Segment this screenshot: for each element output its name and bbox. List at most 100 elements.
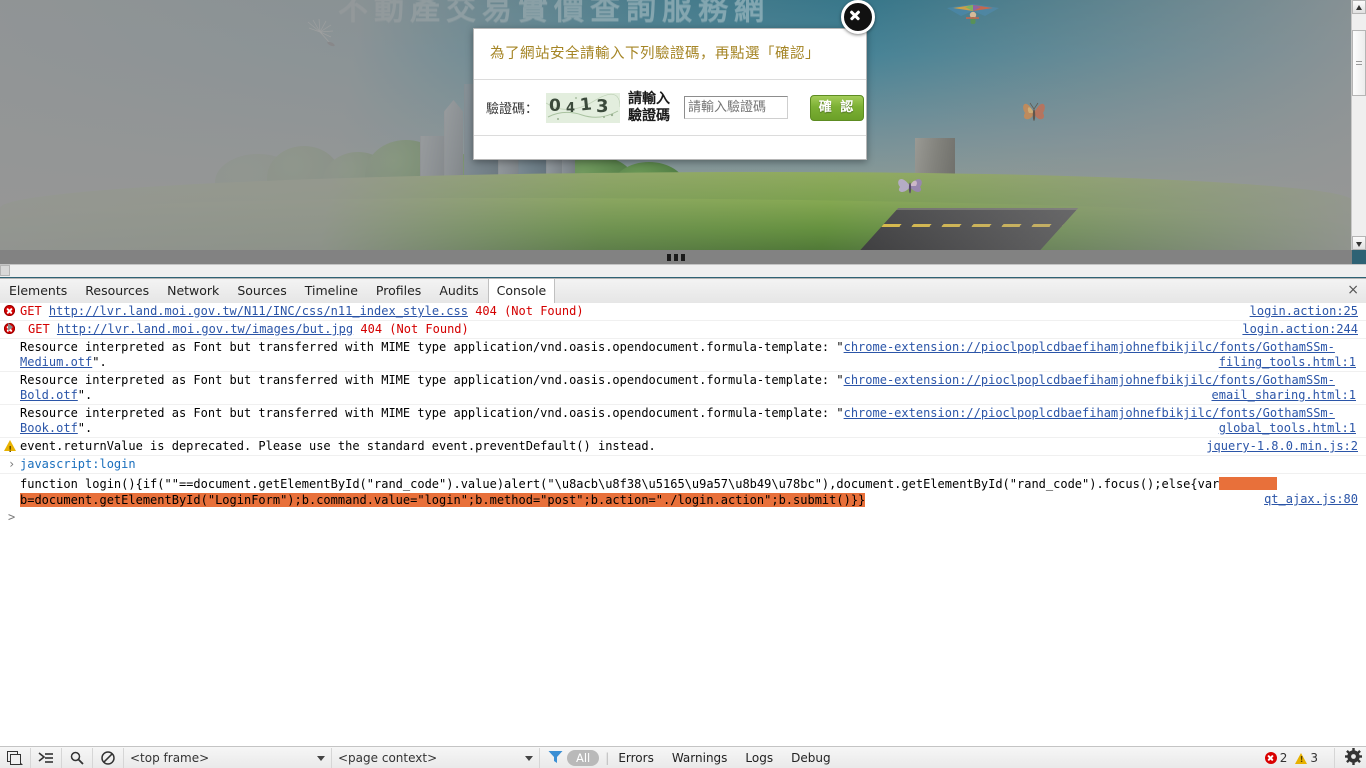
input-chevron-icon: › [8,457,16,471]
message-source-link[interactable]: login.action:25 [1250,304,1358,319]
scroll-up-arrow-icon[interactable] [1352,0,1366,14]
devtools-resizer[interactable] [0,250,1352,264]
captcha-dialog-header: 為了網站安全請輸入下列驗證碼，再點選「確認」 [474,29,866,80]
tab-sources[interactable]: Sources [228,279,295,303]
message-source-link[interactable]: jquery-1.8.0.min.js:2 [1206,439,1358,454]
dock-side-icon[interactable] [0,747,31,768]
page-horizontal-scrollbar[interactable] [0,264,1366,277]
tab-console[interactable]: Console [487,279,556,303]
message-text-suffix: ". [77,388,93,402]
confirm-button[interactable]: 確 認 [810,94,865,121]
screen: 不動產交易實價查詢服務網 成交案件實際資訊 系統訊息 ::: 歡迎蒞臨不動產交易… [0,0,1366,768]
message-text-suffix: ". [77,421,93,435]
request-url[interactable]: http://lvr.land.moi.gov.tw/N11/INC/css/n… [49,304,468,318]
scrollbar-thumb[interactable] [1352,30,1366,96]
resizer-grip-icon [667,254,685,261]
message-text-prefix: Resource interpreted as Font but transfe… [20,406,844,420]
message-source-link[interactable]: email_sharing.html:1 [1212,388,1357,403]
prompt-chevron-icon: > [8,510,16,524]
warning-count: 3 [1310,751,1318,765]
console-code-result[interactable]: function login(){if(""==document.getElem… [0,474,1366,509]
code-line-1: function login(){if(""==document.getElem… [20,477,1356,492]
http-method: GET [28,322,50,336]
http-status: 404 (Not Found) [475,304,584,318]
code-line-1-text: function login(){if(""==document.getElem… [20,477,1220,491]
message-source-link[interactable]: filing_tools.html:1 [1219,355,1356,370]
console-message-warning[interactable]: event.returnValue is deprecated. Please … [0,438,1366,457]
console-message-log[interactable]: Resource interpreted as Font but transfe… [0,372,1366,405]
filter-errors[interactable]: Errors [609,751,663,765]
captcha-prompt-line1: 請輸入 [628,90,671,107]
message-text-suffix: ". [92,355,107,369]
clear-console-icon[interactable] [93,747,124,768]
chevron-down-icon [317,755,325,761]
message-source-link[interactable]: login.action:244 [1242,322,1358,337]
console-message-input[interactable]: › javascript:login [0,456,1366,474]
captcha-input[interactable] [684,96,789,119]
filter-debug[interactable]: Debug [782,751,839,765]
error-icon [4,305,15,316]
filter-warnings[interactable]: Warnings [663,751,737,765]
console-message-log[interactable]: Resource interpreted as Font but transfe… [0,339,1366,372]
captcha-dialog-footer [474,136,866,158]
http-status: 404 (Not Found) [360,322,469,336]
captcha-digit-1: 4 [566,100,576,116]
filter-group: All | Errors Warnings Logs Debug [540,750,842,767]
tab-timeline[interactable]: Timeline [296,279,367,303]
request-url[interactable]: http://lvr.land.moi.gov.tw/images/but.jp… [57,322,353,336]
console-message-error[interactable]: GET http://lvr.land.moi.gov.tw/images/bu… [0,321,1366,339]
horizontal-scrollbar-thumb[interactable] [0,265,10,276]
captcha-dialog-body: 驗證碼： 0 4 1 3 請輸入 驗證碼 請輸入驗證碼 確 認 [474,80,866,136]
tab-network[interactable]: Network [158,279,228,303]
expand-triangle-icon[interactable] [8,323,13,331]
code-source-link[interactable]: qt_ajax.js:80 [1264,492,1358,507]
warning-count-badge[interactable]: 3 [1295,751,1318,765]
console-input-text: javascript:login [20,457,136,471]
tab-audits[interactable]: Audits [430,279,487,303]
message-source-link[interactable]: global_tools.html:1 [1219,421,1356,436]
no-entry-glyph [101,751,115,765]
context-selector[interactable]: <page context> [332,747,540,768]
funnel-glyph [548,750,563,763]
console-message-list[interactable]: GET http://lvr.land.moi.gov.tw/N11/INC/c… [0,303,1366,747]
frame-selector[interactable]: <top frame> [124,747,332,768]
captcha-digit-3: 3 [596,95,609,117]
http-method: GET [20,304,42,318]
devtools-close-icon[interactable]: × [1347,282,1359,298]
filter-icon[interactable] [548,750,563,767]
captcha-dialog: 為了網站安全請輸入下列驗證碼，再點選「確認」 驗證碼： 0 4 1 3 請輸入 … [473,28,867,160]
console-prompt-row[interactable]: > [0,509,1366,524]
tab-elements[interactable]: Elements [0,279,76,303]
warning-icon [4,440,16,457]
captcha-prompt-line2: 驗證碼 [628,107,671,124]
console-message-log[interactable]: Resource interpreted as Font but transfe… [0,405,1366,438]
captcha-image[interactable]: 0 4 1 3 [546,92,621,123]
captcha-digit-2: 1 [579,93,593,116]
dock-glyph [7,750,23,765]
context-selector-value: <page context> [338,750,438,765]
captcha-digit-0: 0 [549,95,561,116]
browser-page-viewport: 不動產交易實價查詢服務網 成交案件實際資訊 系統訊息 ::: 歡迎蒞臨不動產交易… [0,0,1366,278]
message-text: event.returnValue is deprecated. Please … [20,439,656,453]
selection-highlight-tail [1219,477,1278,490]
warning-icon [1295,752,1308,764]
chevron-down-icon [525,755,533,761]
console-drawer-icon[interactable] [31,747,62,768]
gear-glyph [1345,748,1362,765]
frame-selector-value: <top frame> [130,750,210,765]
code-line-2-text: b=document.getElementById("LoginForm");b… [20,493,866,507]
message-text-prefix: Resource interpreted as Font but transfe… [20,340,844,354]
tab-resources[interactable]: Resources [76,279,158,303]
error-count-badge[interactable]: 2 [1264,751,1287,765]
filter-all[interactable]: All [567,750,600,766]
console-message-error[interactable]: GET http://lvr.land.moi.gov.tw/N11/INC/c… [0,303,1366,321]
search-icon[interactable] [62,747,93,768]
settings-gear-icon[interactable] [1334,748,1362,768]
scroll-down-arrow-icon[interactable] [1352,236,1366,250]
close-icon[interactable] [841,0,875,34]
filter-logs[interactable]: Logs [736,751,782,765]
page-vertical-scrollbar[interactable] [1351,0,1366,250]
devtools-status-bar: <top frame> <page context> All | Errors … [0,746,1366,768]
code-line-2: b=document.getElementById("LoginForm");b… [20,492,1358,508]
tab-profiles[interactable]: Profiles [367,279,430,303]
